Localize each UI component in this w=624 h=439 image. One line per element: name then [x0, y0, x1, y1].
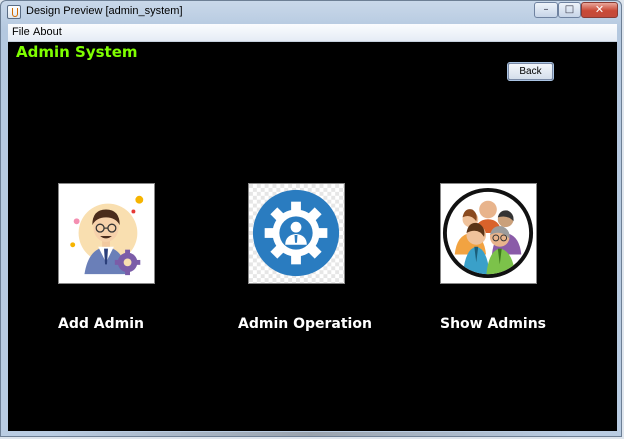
- window-title: Design Preview [admin_system]: [26, 5, 183, 17]
- admin-avatar-gear-icon: [70, 195, 144, 276]
- back-button[interactable]: Back: [508, 63, 553, 80]
- admin-operation-tile[interactable]: [248, 183, 345, 284]
- main-panel: Admin System Back Add Admin Admin Operat…: [8, 42, 617, 431]
- minimize-button[interactable]: –: [534, 2, 558, 18]
- java-app-icon: [7, 5, 21, 19]
- add-admin-label[interactable]: Add Admin: [58, 316, 144, 332]
- page-title: Admin System: [16, 43, 138, 61]
- menu-about[interactable]: About: [33, 26, 62, 38]
- maximize-button[interactable]: □: [558, 2, 581, 18]
- admin-operation-gear-icon: [249, 184, 344, 283]
- admins-group-icon: [442, 187, 534, 279]
- show-admins-tile[interactable]: [440, 183, 537, 284]
- close-button[interactable]: ✕: [581, 2, 618, 18]
- add-admin-tile[interactable]: [58, 183, 155, 284]
- admin-operation-label[interactable]: Admin Operation: [238, 316, 372, 332]
- window-shadow: [50, 432, 570, 436]
- menu-file[interactable]: File: [12, 26, 30, 38]
- show-admins-label[interactable]: Show Admins: [440, 316, 546, 332]
- menu-bar: File About: [8, 24, 617, 42]
- title-bar[interactable]: Design Preview [admin_system] – □ ✕: [1, 1, 623, 23]
- app-window: Design Preview [admin_system] – □ ✕ File…: [0, 0, 622, 437]
